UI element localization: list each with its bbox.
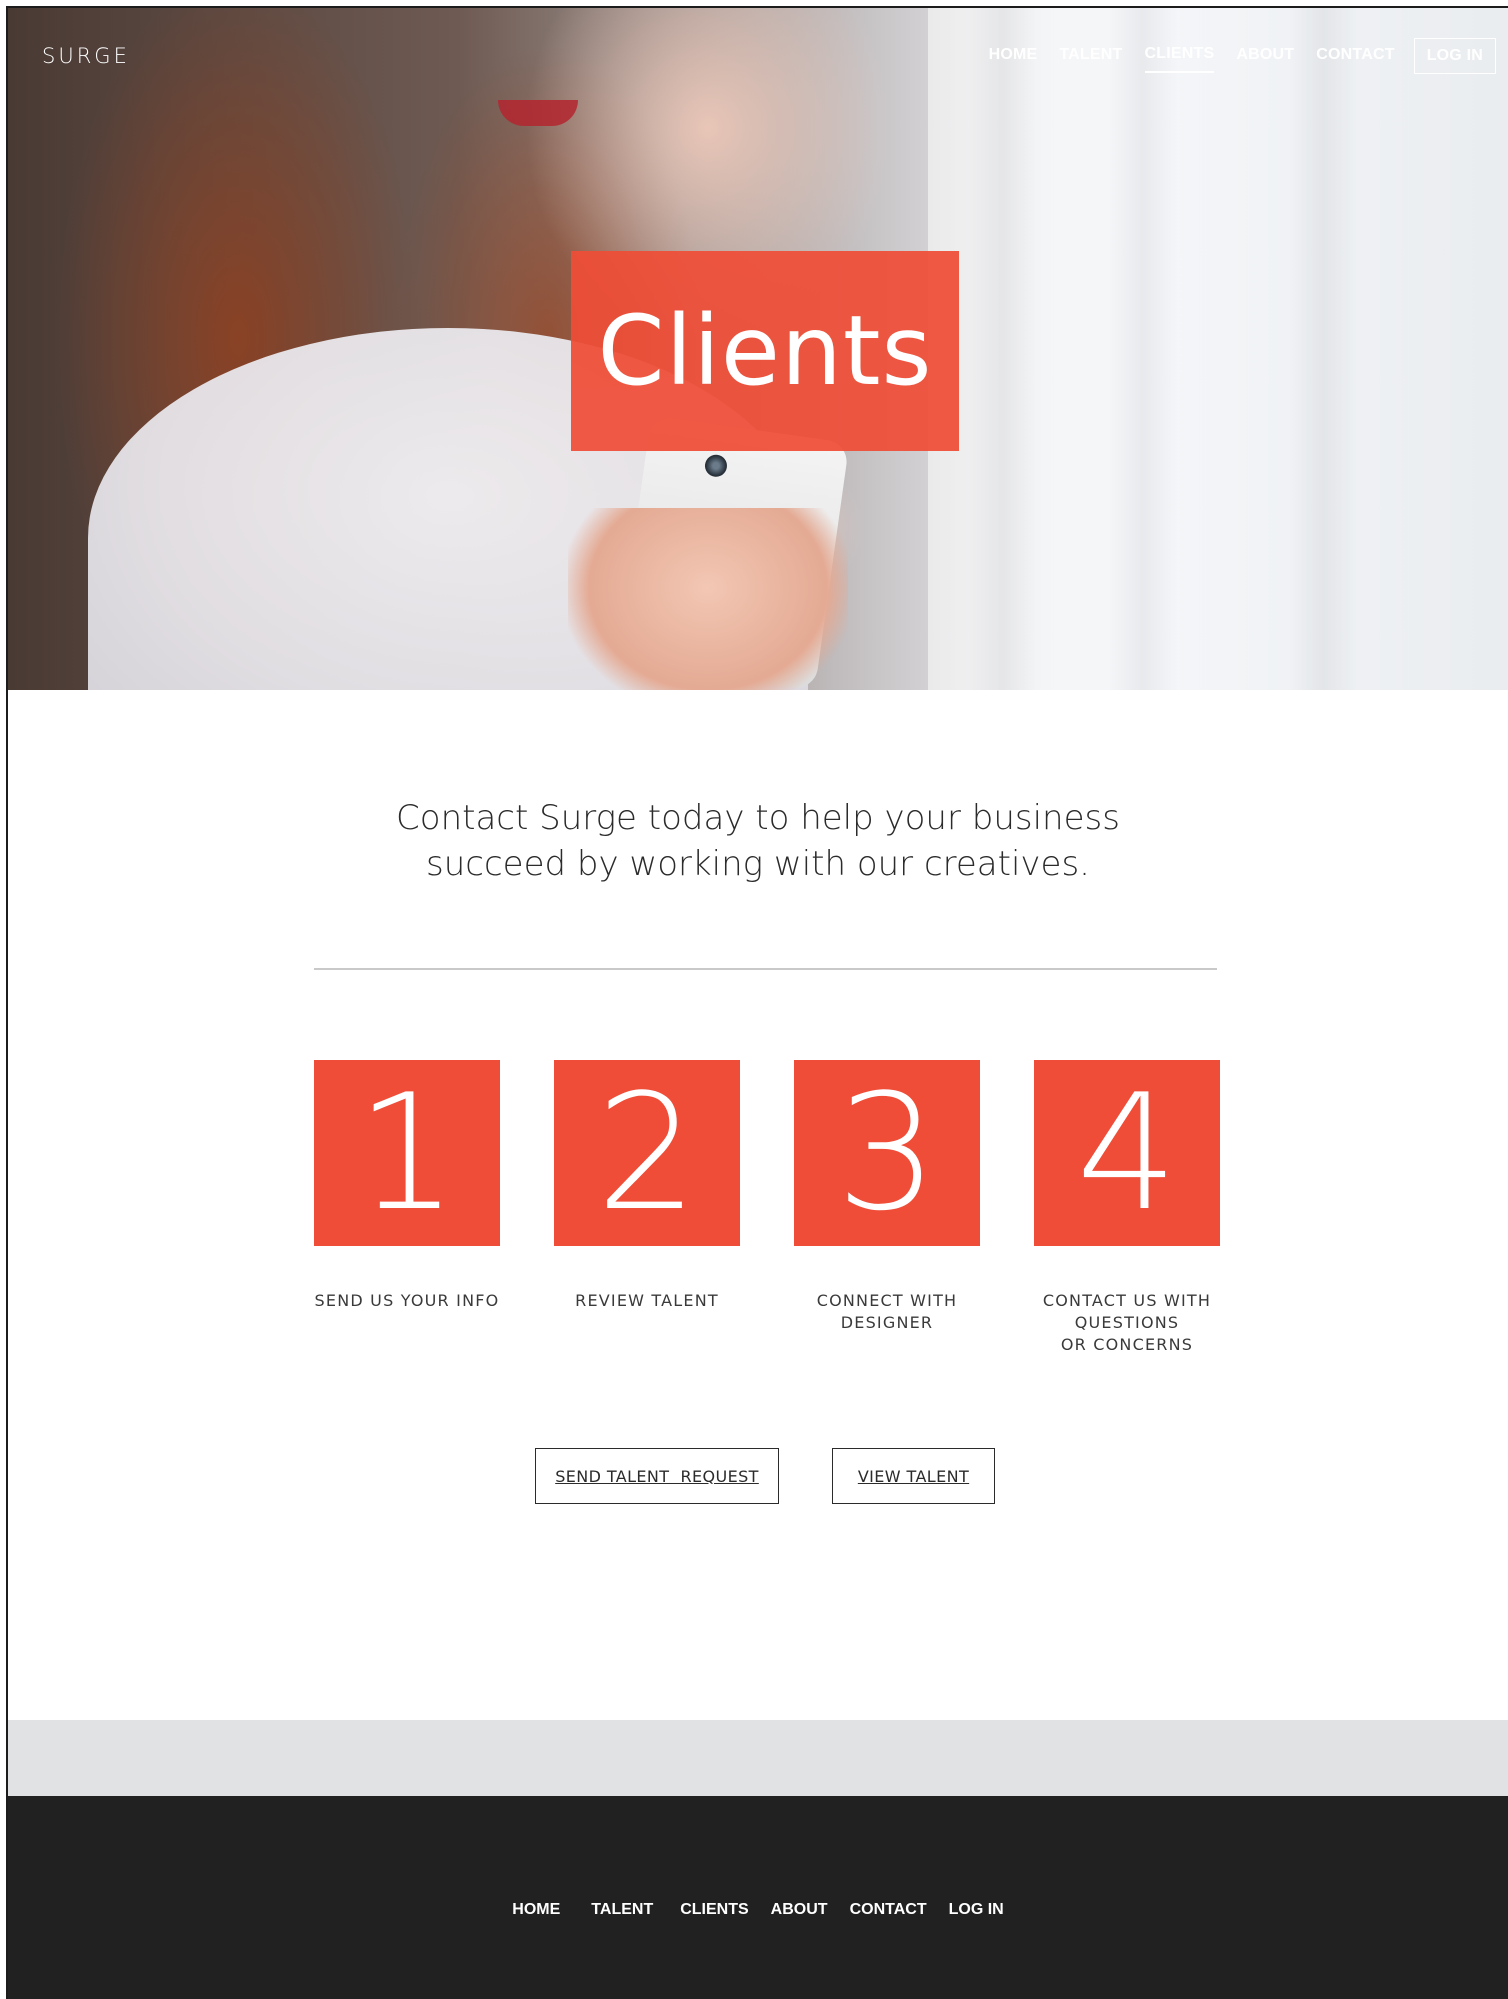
step-4-label: CONTACT US WITH QUESTIONS OR CONCERNS	[1002, 1290, 1252, 1356]
footer-navigation: HOME TALENT CLIENTS ABOUT CONTACT LOG IN	[8, 1901, 1508, 1919]
intro-line-2: succeed by working with our creatives.	[426, 844, 1090, 884]
step-2-tile: 2	[554, 1060, 740, 1246]
step-3-number: 3	[836, 1059, 938, 1246]
curtain-fold	[968, 8, 1038, 690]
send-talent-request-button[interactable]: SEND TALENT REQUEST	[535, 1448, 779, 1504]
page-frame: SURGE HOME TALENT CLIENTS ABOUT CONTACT …	[6, 6, 1508, 1999]
step-2-label: REVIEW TALENT	[522, 1290, 772, 1312]
step-4-number: 4	[1076, 1059, 1178, 1246]
footer-nav-about[interactable]: ABOUT	[771, 1901, 828, 1919]
nav-clients[interactable]: CLIENTS	[1144, 39, 1215, 73]
footer-nav-contact[interactable]: CONTACT	[850, 1901, 927, 1919]
hero-title-badge: Clients	[571, 251, 959, 451]
login-button[interactable]: LOG IN	[1413, 38, 1496, 74]
step-4-tile: 4	[1034, 1060, 1220, 1246]
curtain-fold	[1288, 8, 1358, 690]
section-divider	[314, 968, 1217, 970]
footer-nav-talent[interactable]: TALENT	[591, 1901, 653, 1919]
hero-hands-image	[568, 508, 848, 690]
intro-line-1: Contact Surge today to help your busines…	[396, 798, 1120, 838]
step-label-line: SEND US YOUR INFO	[314, 1291, 500, 1310]
footer-band	[8, 1720, 1508, 1796]
footer-nav-login[interactable]: LOG IN	[949, 1901, 1004, 1919]
step-label-line: CONTACT US WITH	[1042, 1291, 1212, 1310]
nav-about[interactable]: ABOUT	[1236, 40, 1294, 72]
intro-text: Contact Surge today to help your busines…	[8, 795, 1508, 887]
footer-nav-home[interactable]: HOME	[512, 1901, 560, 1919]
footer-nav-clients[interactable]: CLIENTS	[680, 1901, 748, 1919]
step-1-tile: 1	[314, 1060, 500, 1246]
curtain-fold	[1108, 8, 1178, 690]
hero-title: Clients	[597, 295, 933, 407]
step-label-line: QUESTIONS	[1074, 1313, 1180, 1332]
nav-contact[interactable]: CONTACT	[1316, 40, 1394, 72]
top-navigation: HOME TALENT CLIENTS ABOUT CONTACT LOG IN	[978, 38, 1496, 74]
site-logo[interactable]: SURGE	[42, 44, 130, 68]
step-label-line: REVIEW TALENT	[575, 1291, 719, 1310]
nav-home[interactable]: HOME	[989, 40, 1038, 72]
step-label-line: CONNECT WITH	[816, 1291, 958, 1310]
hero-person-lips	[498, 100, 578, 126]
step-1-label: SEND US YOUR INFO	[282, 1290, 532, 1312]
step-label-line: DESIGNER	[840, 1313, 934, 1332]
site-footer: HOME TALENT CLIENTS ABOUT CONTACT LOG IN	[8, 1796, 1508, 1999]
step-label-line: OR CONCERNS	[1060, 1335, 1194, 1354]
hero-section: SURGE HOME TALENT CLIENTS ABOUT CONTACT …	[8, 8, 1508, 690]
step-3-label: CONNECT WITH DESIGNER	[762, 1290, 1012, 1334]
view-talent-button[interactable]: VIEW TALENT	[832, 1448, 995, 1504]
hero-curtain-image	[928, 8, 1508, 690]
phone-camera-icon	[703, 453, 729, 479]
step-2-number: 2	[596, 1059, 698, 1246]
step-3-tile: 3	[794, 1060, 980, 1246]
nav-talent[interactable]: TALENT	[1059, 40, 1122, 72]
step-1-number: 1	[356, 1059, 458, 1246]
